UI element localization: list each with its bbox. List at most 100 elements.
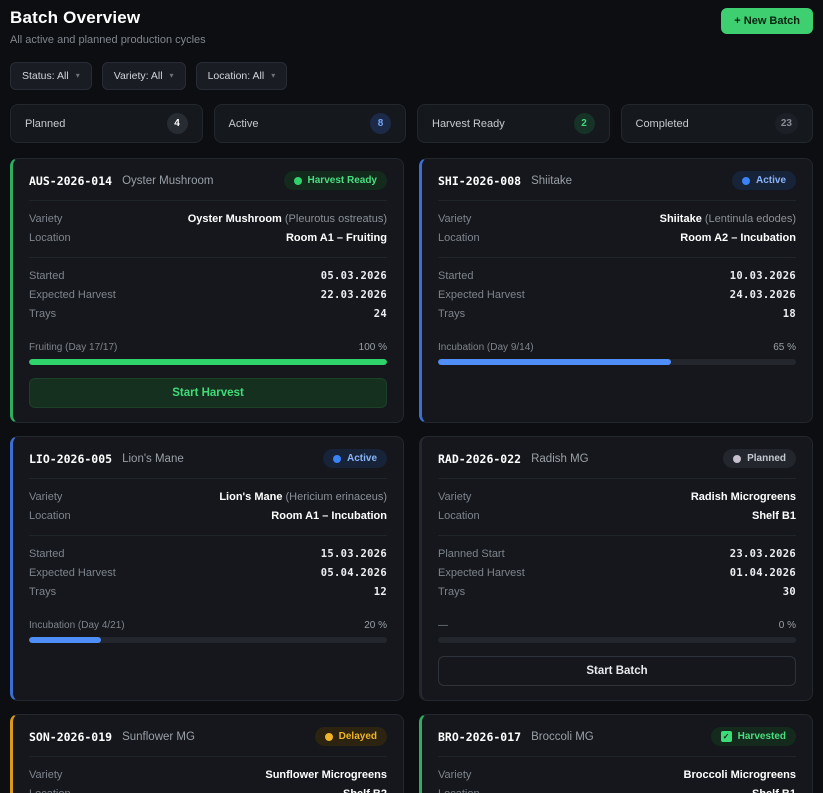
expected-harvest-value: 05.04.2026 [321,564,387,583]
status-badge: Planned [723,449,796,468]
start-batch-button[interactable]: Start Batch [438,656,796,686]
summary-row: Planned 4 Active 8 Harvest Ready 2 Compl… [10,104,813,143]
status-dot-icon [325,733,333,741]
progress-section: Fruiting (Day 17/17) 100 % [29,342,387,365]
filter-bar: Status: All ▾ Variety: All ▾ Location: A… [10,62,813,90]
batch-card-rad-2026-022: RAD-2026-022 Radish MG Planned Variety R… [419,436,813,701]
field-label: Location [29,785,71,793]
field-label: Location [29,507,71,526]
summary-label: Planned [25,118,65,130]
variety-filter-dropdown[interactable]: Variety: All ▾ [102,62,186,90]
trays-value: 24 [374,305,387,324]
chevron-down-icon: ▾ [271,72,275,80]
field-label: Expected Harvest [29,564,116,583]
start-harvest-button[interactable]: Start Harvest [29,378,387,408]
progress-percent: 20 % [364,620,387,631]
variety-value: Radish Microgreens [691,488,796,507]
summary-count-badge: 8 [370,113,391,134]
status-dot-icon [733,455,741,463]
check-icon: ✓ [721,731,732,742]
status-badge: Active [323,449,387,468]
field-label: Started [29,267,64,286]
batch-card-aus-2026-014: AUS-2026-014 Oyster Mushroom Harvest Rea… [10,158,404,423]
page-subtitle: All active and planned production cycles [10,34,206,46]
summary-label: Completed [636,118,689,130]
batch-name: Radish MG [531,453,713,465]
batch-card-lio-2026-005: LIO-2026-005 Lion's Mane Active Variety … [10,436,404,701]
trays-value: 30 [783,583,796,602]
variety-value: Sunflower Microgreens [265,766,387,785]
variety-value: Lion's Mane (Hericium erinaceus) [219,488,387,507]
progress-section: Incubation (Day 4/21) 20 % [29,620,387,643]
batch-id: AUS-2026-014 [29,174,112,188]
variety-filter-label: Variety: All [114,70,163,82]
phase-label: Incubation (Day 9/14) [438,342,534,353]
phase-label: Incubation (Day 4/21) [29,620,125,631]
planned-start-value: 23.03.2026 [730,545,796,564]
trays-value: 18 [783,305,796,324]
summary-tile-planned[interactable]: Planned 4 [10,104,203,143]
batch-name: Oyster Mushroom [122,175,273,187]
variety-value: Broccoli Microgreens [684,766,796,785]
field-label: Variety [438,488,471,507]
progress-section: — 0 % [438,620,796,643]
batch-id: BRO-2026-017 [438,730,521,744]
batch-name: Broccoli MG [531,731,701,743]
location-value: Shelf B1 [752,507,796,526]
location-filter-label: Location: All [208,70,265,82]
variety-value: Shiitake (Lentinula edodes) [660,210,796,229]
field-label: Location [29,229,71,248]
batch-id: SHI-2026-008 [438,174,521,188]
location-value: Room A1 – Incubation [271,507,387,526]
batch-grid: AUS-2026-014 Oyster Mushroom Harvest Rea… [10,158,813,793]
batch-name: Lion's Mane [122,453,313,465]
field-label: Location [438,507,480,526]
field-label: Variety [438,766,471,785]
page-header: Batch Overview All active and planned pr… [10,8,813,46]
location-value: Room A1 – Fruiting [286,229,387,248]
field-label: Expected Harvest [29,286,116,305]
started-value: 15.03.2026 [321,545,387,564]
batch-overview-page: Batch Overview All active and planned pr… [0,0,823,793]
status-dot-icon [742,177,750,185]
summary-label: Harvest Ready [432,118,505,130]
batch-card-shi-2026-008: SHI-2026-008 Shiitake Active Variety Shi… [419,158,813,423]
phase-label: Fruiting (Day 17/17) [29,342,117,353]
progress-track [438,637,796,643]
batch-id: LIO-2026-005 [29,452,112,466]
location-value: Shelf B1 [752,785,796,793]
progress-fill [29,359,387,365]
location-filter-dropdown[interactable]: Location: All ▾ [196,62,288,90]
location-value: Room A2 – Incubation [680,229,796,248]
summary-tile-completed[interactable]: Completed 23 [621,104,814,143]
status-filter-dropdown[interactable]: Status: All ▾ [10,62,92,90]
status-badge: Delayed [315,727,387,746]
started-value: 05.03.2026 [321,267,387,286]
batch-id: RAD-2026-022 [438,452,521,466]
progress-percent: 65 % [773,342,796,353]
summary-tile-active[interactable]: Active 8 [214,104,407,143]
batch-name: Sunflower MG [122,731,305,743]
summary-tile-harvest-ready[interactable]: Harvest Ready 2 [417,104,610,143]
field-label: Trays [29,305,56,324]
summary-label: Active [229,118,259,130]
new-batch-button[interactable]: + New Batch [721,8,813,34]
progress-percent: 0 % [779,620,796,631]
batch-card-bro-2026-017: BRO-2026-017 Broccoli MG ✓ Harvested Var… [419,714,813,793]
progress-section: Incubation (Day 9/14) 65 % [438,342,796,365]
phase-label: — [438,620,448,631]
started-value: 10.03.2026 [730,267,796,286]
summary-count-badge: 2 [574,113,595,134]
status-badge: Active [732,171,796,190]
status-dot-icon [333,455,341,463]
chevron-down-icon: ▾ [170,72,174,80]
expected-harvest-value: 22.03.2026 [321,286,387,305]
batch-card-son-2026-019: SON-2026-019 Sunflower MG Delayed Variet… [10,714,404,793]
field-label: Expected Harvest [438,286,525,305]
field-label: Trays [29,583,56,602]
page-title: Batch Overview [10,8,206,28]
chevron-down-icon: ▾ [76,72,80,80]
field-label: Variety [29,488,62,507]
status-badge: ✓ Harvested [711,727,796,746]
status-filter-label: Status: All [22,70,69,82]
